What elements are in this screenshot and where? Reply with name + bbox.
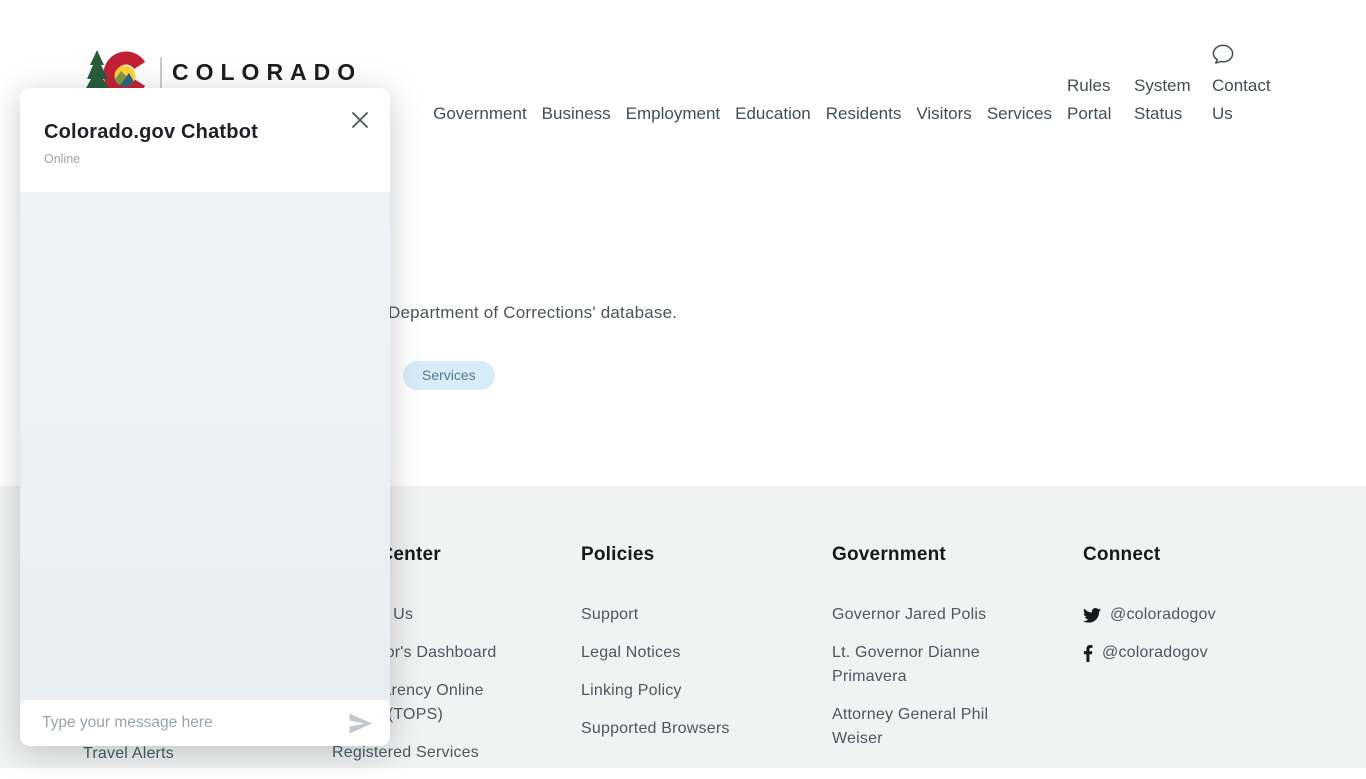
chatbot-conversation-area[interactable] (20, 192, 390, 700)
facebook-handle: @coloradogov (1102, 641, 1208, 665)
main-nav: Government Business Employment Education… (433, 0, 1282, 128)
chatbot-input-bar (20, 700, 390, 746)
facebook-icon (1083, 645, 1093, 662)
nav-item-residents[interactable]: Residents (826, 100, 902, 128)
chatbot-send-button[interactable] (342, 705, 378, 741)
footer-link-attorney-general[interactable]: Attorney General Phil Weiser (832, 703, 1000, 751)
nav-item-rules-portal[interactable]: Rules Portal (1067, 72, 1119, 128)
chatbot-status: Online (44, 152, 366, 166)
footer-link-lt-governor[interactable]: Lt. Governor Dianne Primavera (832, 641, 1000, 689)
send-icon (347, 711, 374, 736)
footer-heading-government: Government (832, 542, 1000, 568)
twitter-handle: @coloradogov (1110, 603, 1216, 627)
nav-item-contact-us[interactable]: Contact Us (1212, 44, 1282, 128)
footer-link-supported-browsers[interactable]: Supported Browsers (581, 717, 781, 741)
footer-link-legal-notices[interactable]: Legal Notices (581, 641, 781, 665)
footer-column-connect: Connect @coloradogov @coloradogov (1083, 542, 1303, 679)
nav-item-education[interactable]: Education (735, 100, 811, 128)
chatbot-title: Colorado.gov Chatbot (44, 121, 366, 144)
social-link-twitter[interactable]: @coloradogov (1083, 603, 1303, 627)
footer-link-linking-policy[interactable]: Linking Policy (581, 679, 781, 703)
nav-item-government[interactable]: Government (433, 100, 527, 128)
nav-item-business[interactable]: Business (542, 100, 611, 128)
footer-heading-policies: Policies (581, 542, 781, 568)
footer-column-policies: Policies Support Legal Notices Linking P… (581, 542, 781, 755)
footer-link-governor[interactable]: Governor Jared Polis (832, 603, 1000, 627)
nav-item-services[interactable]: Services (987, 100, 1052, 128)
chatbot-header: Colorado.gov Chatbot Online (20, 88, 390, 192)
services-tag-chip[interactable]: Services (403, 361, 495, 390)
chatbot-panel: Colorado.gov Chatbot Online (20, 88, 390, 746)
service-description: Department of Corrections' database. (388, 303, 677, 323)
speech-bubble-icon (1212, 44, 1234, 65)
footer-heading-connect: Connect (1083, 542, 1303, 568)
nav-item-system-status[interactable]: System Status (1134, 72, 1197, 128)
nav-contact-label: Contact Us (1212, 72, 1282, 128)
footer-link-support[interactable]: Support (581, 603, 781, 627)
nav-item-employment[interactable]: Employment (626, 100, 720, 128)
chatbot-message-input[interactable] (42, 714, 342, 732)
twitter-icon (1083, 608, 1101, 623)
social-link-facebook[interactable]: @coloradogov (1083, 641, 1303, 665)
footer-column-government: Government Governor Jared Polis Lt. Gove… (832, 542, 1000, 765)
close-icon (351, 111, 369, 129)
chatbot-close-button[interactable] (346, 106, 374, 134)
nav-item-visitors[interactable]: Visitors (916, 100, 971, 128)
logo-wordmark: COLORADO (172, 59, 362, 86)
